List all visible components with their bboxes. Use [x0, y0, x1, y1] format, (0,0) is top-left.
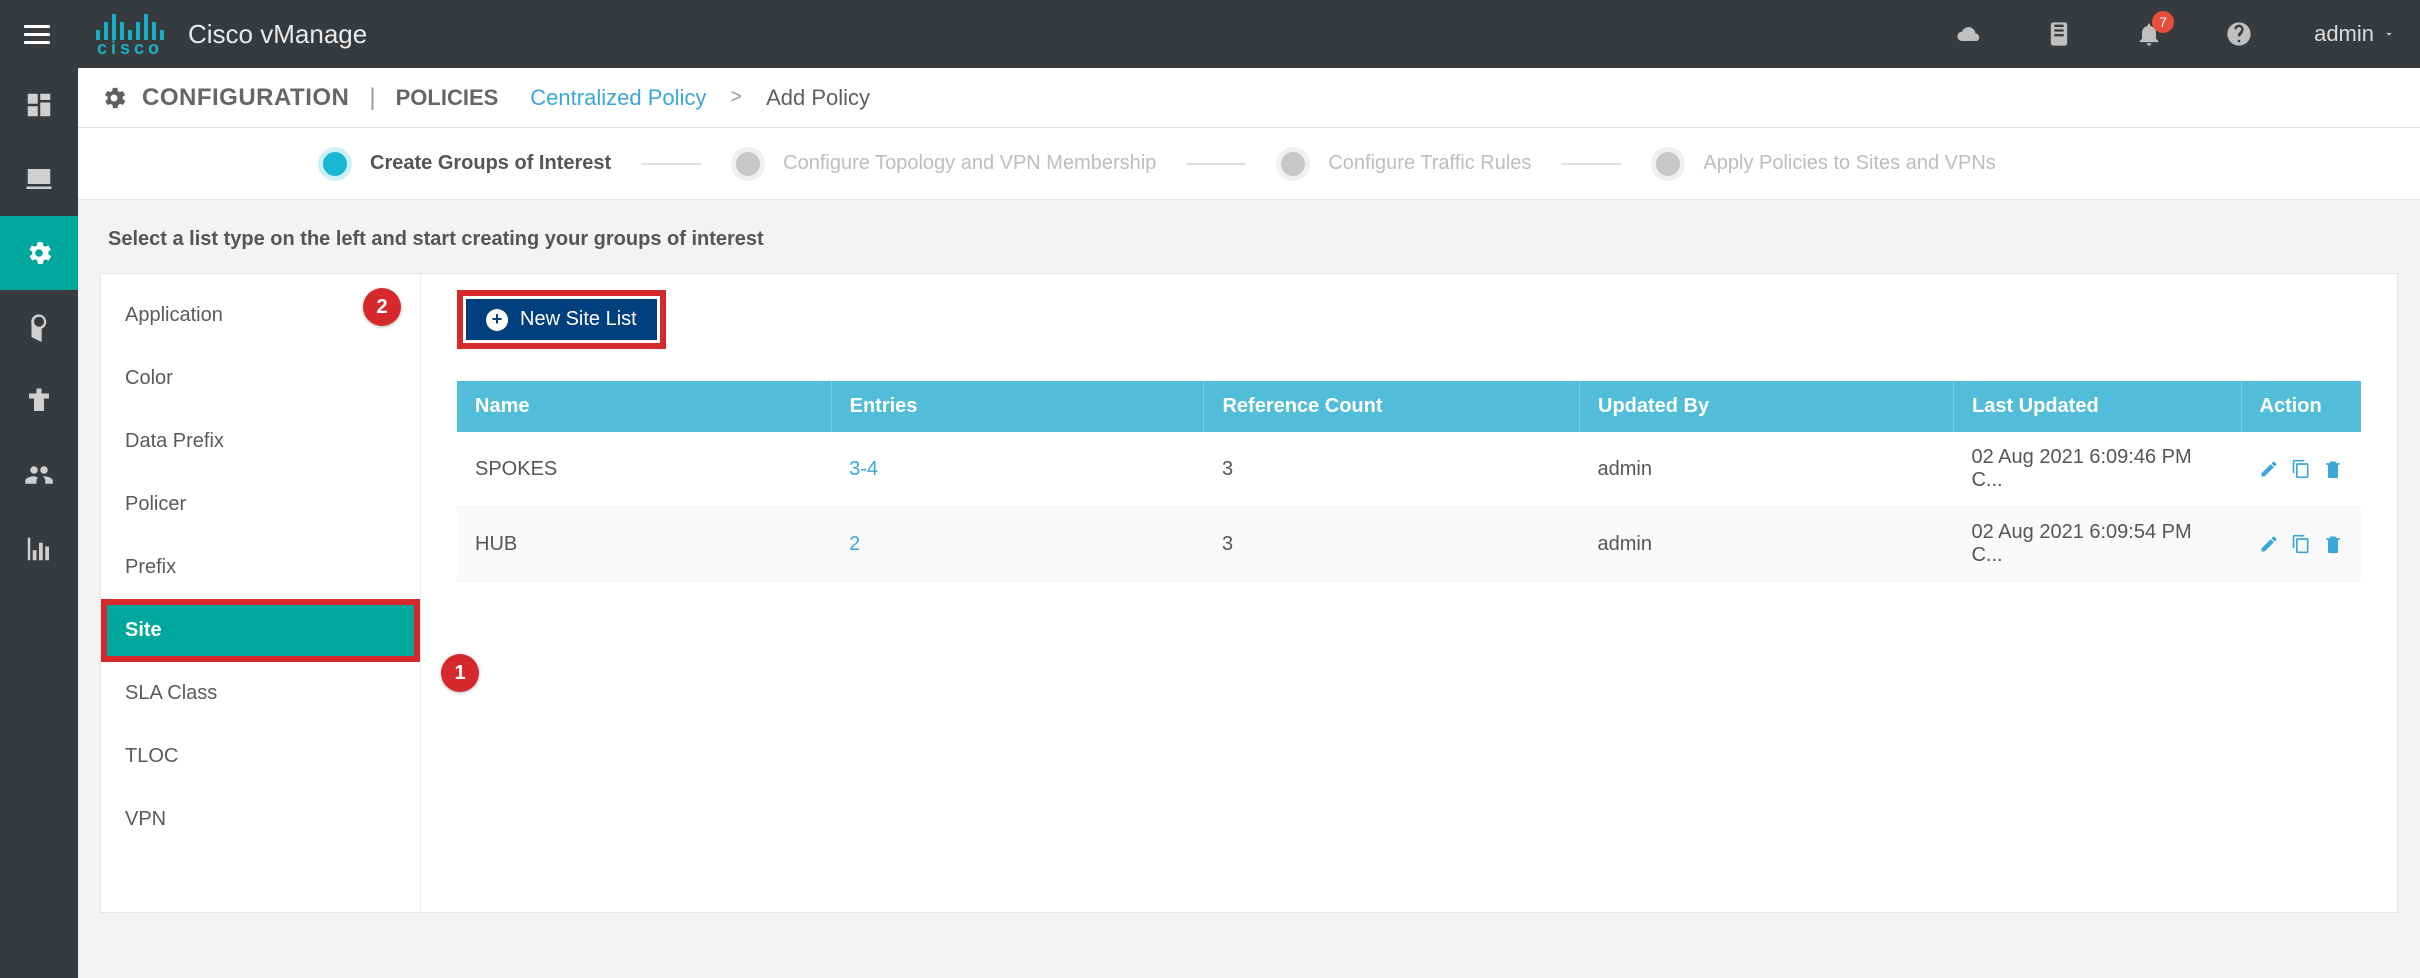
step-circle-icon: [1276, 147, 1310, 181]
step-circle-icon: [1651, 147, 1685, 181]
user-name-label: admin: [2314, 21, 2374, 47]
wizard-step-2[interactable]: Configure Topology and VPN Membership: [731, 147, 1156, 181]
step-circle-icon: [318, 147, 352, 181]
edit-icon[interactable]: [2259, 459, 2279, 479]
instruction-text: Select a list type on the left and start…: [108, 228, 2398, 251]
table-row[interactable]: HUB 2 3 admin 02 Aug 2021 6:09:54 PM C..…: [457, 507, 2361, 582]
copy-icon[interactable]: [2291, 459, 2311, 479]
cell-action: [2241, 507, 2361, 582]
sidebar-item-monitor[interactable]: [0, 142, 78, 216]
wizard-connector: [641, 163, 701, 165]
sidebar-item-configuration[interactable]: [0, 216, 78, 290]
delete-icon[interactable]: [2323, 534, 2343, 554]
step-label: Apply Policies to Sites and VPNs: [1703, 152, 1995, 175]
wizard-step-1[interactable]: Create Groups of Interest: [318, 147, 611, 181]
chevron-down-icon: [2382, 27, 2396, 41]
th-reference-count[interactable]: Reference Count: [1204, 381, 1580, 432]
user-menu[interactable]: admin: [2314, 21, 2396, 47]
th-entries[interactable]: Entries: [831, 381, 1204, 432]
cell-reference-count: 3: [1204, 432, 1580, 507]
main-panel: Application Color Data Prefix Policer Pr…: [100, 273, 2398, 913]
sidebar: [0, 68, 78, 978]
list-type-policer[interactable]: Policer: [101, 473, 420, 536]
list-type-sla-class[interactable]: SLA Class: [101, 662, 420, 725]
breadcrumb-link[interactable]: Centralized Policy: [530, 85, 706, 111]
cisco-bars-icon: [96, 10, 164, 40]
breadcrumb-subsection: POLICIES: [396, 85, 499, 111]
entries-link[interactable]: 3-4: [849, 458, 878, 480]
site-list-table: Name Entries Reference Count Updated By …: [457, 381, 2361, 582]
th-action[interactable]: Action: [2241, 381, 2361, 432]
sidebar-item-maintenance[interactable]: [0, 364, 78, 438]
sidebar-item-tools[interactable]: [0, 290, 78, 364]
annotation-marker-2: 2: [363, 288, 401, 326]
topbar: cisco Cisco vManage 7 admin: [0, 0, 2420, 68]
content-area: Select a list type on the left and start…: [78, 200, 2420, 978]
plus-icon: +: [486, 309, 508, 331]
wizard-connector: [1186, 163, 1246, 165]
separator: |: [369, 84, 375, 112]
table-header: Name Entries Reference Count Updated By …: [457, 381, 2361, 432]
breadcrumb-bar: CONFIGURATION | POLICIES Centralized Pol…: [78, 68, 2420, 128]
th-last-updated[interactable]: Last Updated: [1953, 381, 2241, 432]
gear-icon: [100, 84, 128, 112]
detail-pane: 2 + New Site List Name Entries Reference…: [421, 274, 2397, 912]
th-updated-by[interactable]: Updated By: [1580, 381, 1954, 432]
new-button-label: New Site List: [520, 308, 637, 331]
edit-icon[interactable]: [2259, 534, 2279, 554]
notifications-icon[interactable]: 7: [2134, 19, 2164, 49]
cell-updated-by: admin: [1580, 432, 1954, 507]
tasks-icon[interactable]: [2044, 19, 2074, 49]
list-type-site[interactable]: Site: [101, 599, 420, 662]
wizard-step-3[interactable]: Configure Traffic Rules: [1276, 147, 1531, 181]
brand-text: cisco: [97, 38, 163, 59]
cell-updated-by: admin: [1580, 507, 1954, 582]
sidebar-item-dashboard[interactable]: [0, 68, 78, 142]
breadcrumb-separator: >: [730, 86, 742, 109]
menu-toggle-button[interactable]: [24, 18, 56, 50]
cell-entries: 2: [831, 507, 1204, 582]
th-name[interactable]: Name: [457, 381, 831, 432]
wizard-step-4[interactable]: Apply Policies to Sites and VPNs: [1651, 147, 1995, 181]
copy-icon[interactable]: [2291, 534, 2311, 554]
list-type-color[interactable]: Color: [101, 347, 420, 410]
breadcrumb-section: CONFIGURATION: [142, 84, 349, 112]
notification-badge: 7: [2152, 11, 2174, 33]
new-button-highlight: + New Site List: [457, 290, 666, 349]
list-type-data-prefix[interactable]: Data Prefix: [101, 410, 420, 473]
site-list-table-wrap: Name Entries Reference Count Updated By …: [457, 381, 2361, 582]
cell-name: HUB: [457, 507, 831, 582]
cell-entries: 3-4: [831, 432, 1204, 507]
list-type-vpn[interactable]: VPN: [101, 788, 420, 851]
cell-last-updated: 02 Aug 2021 6:09:46 PM C...: [1953, 432, 2241, 507]
topbar-right: 7 admin: [1954, 19, 2396, 49]
step-label: Configure Topology and VPN Membership: [783, 152, 1156, 175]
sidebar-item-administration[interactable]: [0, 438, 78, 512]
product-name: Cisco vManage: [188, 19, 367, 50]
delete-icon[interactable]: [2323, 459, 2343, 479]
cell-action: [2241, 432, 2361, 507]
cell-name: SPOKES: [457, 432, 831, 507]
entries-link[interactable]: 2: [849, 533, 860, 555]
sidebar-item-analytics[interactable]: [0, 512, 78, 586]
list-type-prefix[interactable]: Prefix: [101, 536, 420, 599]
breadcrumb-current: Add Policy: [766, 85, 870, 111]
step-label: Create Groups of Interest: [370, 152, 611, 175]
help-icon[interactable]: [2224, 19, 2254, 49]
list-type-sidebar: Application Color Data Prefix Policer Pr…: [101, 274, 421, 912]
step-circle-icon: [731, 147, 765, 181]
cell-last-updated: 02 Aug 2021 6:09:54 PM C...: [1953, 507, 2241, 582]
wizard-steps: Create Groups of Interest Configure Topo…: [78, 128, 2420, 200]
cloud-icon[interactable]: [1954, 19, 1984, 49]
wizard-connector: [1561, 163, 1621, 165]
brand-logo: cisco Cisco vManage: [96, 10, 367, 59]
cell-reference-count: 3: [1204, 507, 1580, 582]
table-row[interactable]: SPOKES 3-4 3 admin 02 Aug 2021 6:09:46 P…: [457, 432, 2361, 507]
step-label: Configure Traffic Rules: [1328, 152, 1531, 175]
new-site-list-button[interactable]: + New Site List: [466, 299, 657, 340]
list-type-tloc[interactable]: TLOC: [101, 725, 420, 788]
